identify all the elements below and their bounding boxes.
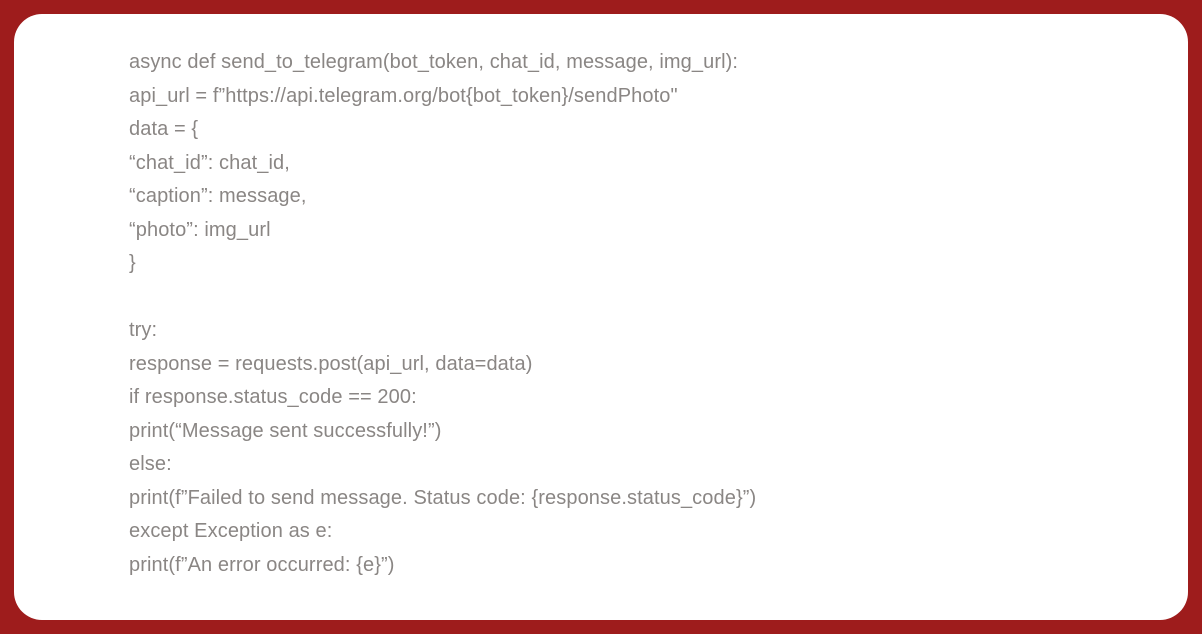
code-line: async def send_to_telegram(bot_token, ch…: [129, 46, 1073, 80]
code-line: except Exception as e:: [129, 515, 1073, 549]
code-line: }: [129, 247, 1073, 281]
code-line: “chat_id”: chat_id,: [129, 147, 1073, 181]
code-line: response = requests.post(api_url, data=d…: [129, 348, 1073, 382]
code-line: print(f”Failed to send message. Status c…: [129, 482, 1073, 516]
code-line: data = {: [129, 113, 1073, 147]
code-line: “caption”: message,: [129, 180, 1073, 214]
code-line: try:: [129, 314, 1073, 348]
code-line: “photo”: img_url: [129, 214, 1073, 248]
code-line: api_url = f”https://api.telegram.org/bot…: [129, 80, 1073, 114]
code-line: else:: [129, 448, 1073, 482]
code-line: if response.status_code == 200:: [129, 381, 1073, 415]
code-block-container: async def send_to_telegram(bot_token, ch…: [14, 14, 1188, 620]
code-line: print(f”An error occurred: {e}”): [129, 549, 1073, 583]
code-line: print(“Message sent successfully!”): [129, 415, 1073, 449]
code-line-empty: [129, 281, 1073, 315]
